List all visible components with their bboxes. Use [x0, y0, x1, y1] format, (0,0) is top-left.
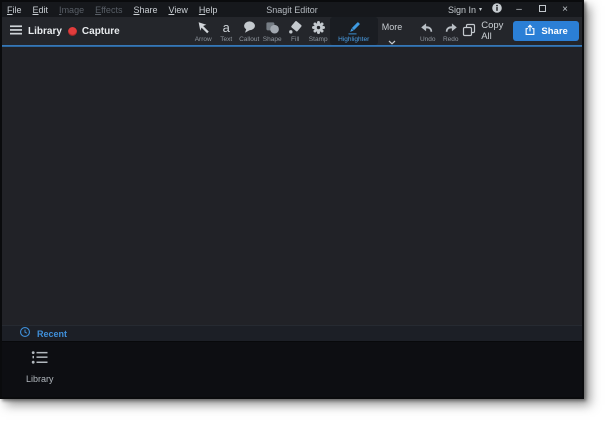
copy-icon [462, 23, 476, 40]
library-toggle-button[interactable]: Library [10, 24, 62, 38]
fill-icon [288, 20, 303, 35]
tool-callout[interactable]: Callout [238, 17, 261, 45]
tools-group: Arrow a Text Callout Shape Fill Stamp Hi… [192, 17, 463, 45]
tool-highlighter[interactable]: Highlighter [329, 17, 378, 45]
titlebar: File Edit Image Effects Share View Help … [2, 2, 582, 17]
library-toggle-label: Library [28, 25, 62, 37]
menu-share[interactable]: Share [133, 5, 157, 15]
share-upload-icon [524, 23, 536, 39]
close-button[interactable]: × [558, 4, 572, 15]
tool-stamp[interactable]: Stamp [307, 17, 330, 45]
snagit-editor-window: File Edit Image Effects Share View Help … [0, 0, 584, 399]
menu-view[interactable]: View [168, 5, 187, 15]
tool-label: Arrow [194, 36, 212, 43]
window-title: Snagit Editor [266, 4, 318, 15]
tool-label: Callout [239, 36, 260, 43]
sign-in-button[interactable]: Sign In ▾ [448, 5, 482, 15]
menu-effects: Effects [95, 4, 123, 15]
capture-red-dot-icon [67, 26, 77, 36]
toolbar-right-group: Copy All Share [462, 17, 579, 45]
maximize-button[interactable] [535, 4, 549, 15]
undo-redo-group: Undo Redo [416, 17, 462, 45]
redo-icon [443, 20, 458, 35]
stamp-icon [311, 20, 326, 35]
recent-captures-tray: Library [2, 341, 582, 397]
recent-tray-toggle[interactable]: Recent [2, 325, 582, 341]
redo-button[interactable]: Redo [439, 17, 462, 45]
text-icon: a [222, 19, 230, 35]
tray-item-label: Library [26, 374, 54, 384]
undo-label: Undo [419, 36, 436, 43]
menu-edit[interactable]: Edit [33, 5, 49, 15]
tool-label: Highlighter [338, 36, 370, 43]
tool-text[interactable]: a Text [215, 17, 238, 45]
menu-image: Image [59, 4, 85, 15]
arrow-cursor-icon [196, 20, 211, 35]
redo-label: Redo [442, 36, 459, 43]
minimize-button[interactable]: – [512, 4, 526, 15]
clock-icon [19, 325, 31, 343]
tray-item-library[interactable]: Library [26, 350, 54, 384]
capture-button[interactable]: Capture [67, 25, 120, 37]
highlighter-icon [346, 20, 362, 35]
more-tools-button[interactable]: More [378, 17, 407, 45]
info-icon[interactable] [491, 1, 503, 19]
more-label: More [381, 22, 403, 32]
tool-shape[interactable]: Shape [261, 17, 284, 45]
toolbar: Library Capture Arrow a Text Callout Sha… [2, 17, 582, 45]
tool-arrow[interactable]: Arrow [192, 17, 215, 45]
share-button[interactable]: Share [513, 21, 579, 41]
menu-help[interactable]: Help [199, 5, 218, 15]
tool-label: Text [220, 36, 233, 43]
library-list-icon [31, 350, 49, 370]
shape-icon [265, 20, 280, 35]
caret-down-icon: ▾ [478, 7, 482, 13]
undo-button[interactable]: Undo [416, 17, 439, 45]
toolbar-left-group: Library Capture [10, 17, 120, 45]
editor-canvas [2, 47, 582, 325]
tool-label: Stamp [308, 36, 328, 43]
capture-label: Capture [81, 25, 120, 37]
undo-icon [420, 20, 435, 35]
share-label: Share [541, 25, 568, 37]
callout-icon [242, 20, 257, 35]
copy-all-label: Copy All [481, 20, 504, 42]
menu-bar: File Edit Image Effects Share View Help [7, 5, 217, 15]
tool-label: Shape [262, 36, 282, 43]
tool-label: Fill [291, 36, 300, 43]
tool-fill[interactable]: Fill [284, 17, 307, 45]
maximize-box-icon [538, 4, 546, 12]
titlebar-right: Sign In ▾ – × [448, 1, 572, 19]
sign-in-label: Sign In [447, 4, 476, 15]
menu-file[interactable]: File [7, 5, 22, 15]
hamburger-icon [10, 24, 23, 38]
copy-all-button[interactable]: Copy All [462, 20, 503, 42]
recent-label: Recent [37, 328, 68, 339]
